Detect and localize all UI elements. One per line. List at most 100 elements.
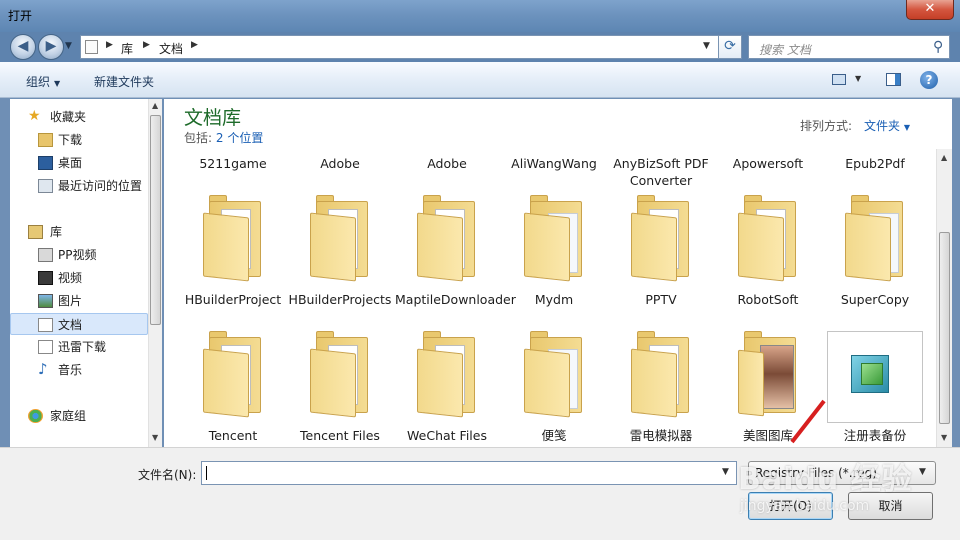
pictures-icon (38, 294, 53, 308)
sidebar-item-recent-places[interactable]: 最近访问的位置 (10, 175, 148, 197)
homegroup-icon (28, 409, 43, 423)
breadcrumb-chevron-icon[interactable]: ▶ (143, 40, 150, 50)
folder-icon (736, 195, 800, 282)
file-name: Tencent Files (300, 428, 380, 443)
music-icon: ♪ (38, 360, 48, 378)
recent-pages-dropdown-icon[interactable]: ▼ (65, 41, 72, 51)
sidebar-item-videos[interactable]: 视频 (10, 267, 148, 289)
refresh-button[interactable]: ⟳ (718, 35, 742, 59)
file-name: 便笺 (541, 428, 567, 443)
filename-history-dropdown-icon[interactable]: ▼ (722, 467, 729, 477)
library-includes: 包括: 2 个位置 (184, 129, 263, 146)
file-list-scrollbar[interactable]: ▲ ▼ (936, 149, 952, 447)
file-name: 雷电模拟器 (629, 428, 693, 443)
sidebar-item-homegroup[interactable]: 家庭组 (10, 405, 148, 427)
file-name: AnyBizSoft PDF Converter (613, 156, 709, 188)
breadcrumb-chevron-icon[interactable]: ▶ (191, 40, 198, 50)
sidebar-item-libraries[interactable]: 库 (10, 221, 148, 243)
command-toolbar: 组织 ▼ 新建文件夹 ▼ ? (0, 62, 960, 98)
file-name: Tencent (208, 428, 258, 443)
organize-button[interactable]: 组织 ▼ (26, 73, 60, 90)
video-icon (38, 271, 53, 285)
sidebar-item-pp-video[interactable]: PP视频 (10, 244, 148, 266)
search-icon[interactable]: ⚲ (933, 39, 943, 55)
breadcrumb-chevron-icon[interactable]: ▶ (106, 40, 113, 50)
file-name: HBuilderProject (184, 292, 282, 307)
folder-icon (201, 195, 265, 282)
filename-field[interactable]: ▼ (201, 461, 737, 485)
file-name: Adobe (427, 156, 467, 171)
navigation-pane-scrollbar[interactable]: ▲ ▼ (148, 99, 162, 447)
sidebar-item-label: 收藏夹 (50, 110, 87, 124)
sidebar-item-desktop[interactable]: 桌面 (10, 152, 148, 174)
file-name: 注册表备份 (843, 428, 907, 443)
sidebar-item-label: 图片 (58, 294, 83, 308)
registry-file-icon (827, 331, 923, 423)
preview-pane-icon[interactable] (886, 73, 901, 86)
close-button[interactable]: ✕ (906, 0, 954, 20)
new-folder-button[interactable]: 新建文件夹 (94, 73, 154, 90)
filename-label: 文件名(N): (138, 468, 197, 482)
file-name: 美图图库 (742, 428, 793, 443)
file-name: Mydm (534, 292, 574, 307)
file-name: Epub2Pdf (845, 156, 905, 171)
folder-icon (522, 331, 586, 418)
help-icon[interactable]: ? (920, 71, 938, 89)
sidebar-item-pictures[interactable]: 图片 (10, 290, 148, 312)
address-bar[interactable]: ▶ 库 ▶ 文档 ▶ ▼ (80, 35, 742, 59)
sidebar-item-music[interactable]: ♪ 音乐 (10, 359, 148, 381)
folder-icon (629, 331, 693, 418)
sidebar-item-thunder-download[interactable]: 迅雷下载 (10, 336, 148, 358)
change-view-icon[interactable] (832, 74, 846, 85)
scroll-up-arrow-icon[interactable]: ▲ (152, 101, 158, 110)
folder-icon (415, 195, 479, 282)
address-history-dropdown-icon[interactable]: ▼ (703, 41, 710, 51)
desktop-icon (38, 156, 53, 170)
file-name: WeChat Files (407, 428, 487, 443)
search-input[interactable]: 搜索 文档 ⚲ (748, 35, 950, 59)
sidebar-item-favorites[interactable]: ★ 收藏夹 (10, 106, 148, 128)
content-header-spacer (936, 99, 952, 149)
folder-icon (308, 331, 372, 418)
recent-places-icon (38, 179, 53, 193)
video-library-icon (38, 248, 53, 262)
folder-icon (629, 195, 693, 282)
photo-folder-icon (736, 331, 800, 417)
library-locations-link[interactable]: 2 个位置 (216, 131, 263, 145)
library-icon (28, 225, 43, 239)
scroll-down-arrow-icon[interactable]: ▼ (941, 433, 947, 442)
file-name: Apowersoft (732, 156, 804, 171)
breadcrumb-documents[interactable]: 文档 (159, 40, 183, 57)
file-name: Adobe (320, 156, 360, 171)
file-name: PPTV (645, 292, 677, 307)
breadcrumb-library[interactable]: 库 (121, 40, 133, 57)
text-cursor (206, 466, 207, 480)
arrange-by-dropdown[interactable]: 文件夹 ▼ (864, 117, 910, 134)
organize-label: 组织 (26, 75, 51, 89)
documents-icon (38, 318, 53, 332)
file-name: HBuilderProjects (288, 292, 392, 307)
file-name: AliWangWang (511, 156, 597, 171)
library-location-icon (85, 40, 98, 54)
view-options-dropdown-icon[interactable]: ▼ (855, 74, 861, 83)
baidu-watermark-url: jingyan.baidu.com (740, 498, 870, 514)
forward-button[interactable]: ▶ (38, 34, 64, 60)
sidebar-item-label: 最近访问的位置 (58, 179, 143, 193)
sidebar-item-label: 家庭组 (50, 409, 87, 423)
sidebar-item-label: 音乐 (58, 363, 83, 377)
sidebar-item-documents[interactable]: 文档 (10, 313, 148, 335)
arrange-by-label: 排列方式: (800, 119, 853, 133)
back-button[interactable]: ◀ (10, 34, 36, 60)
chevron-down-icon: ▼ (903, 123, 910, 132)
scroll-down-arrow-icon[interactable]: ▼ (152, 433, 158, 442)
scrollbar-thumb[interactable] (150, 115, 161, 325)
file-name: 5211game (199, 156, 267, 171)
file-name: SuperCopy (840, 292, 910, 307)
chevron-down-icon: ▼ (919, 467, 926, 477)
title-bar: 打开 ✕ (0, 0, 960, 32)
arrange-by-value: 文件夹 (864, 119, 901, 133)
scroll-up-arrow-icon[interactable]: ▲ (941, 153, 947, 162)
file-name: MaptileDownloader (395, 292, 516, 307)
sidebar-item-downloads[interactable]: 下载 (10, 129, 148, 151)
scrollbar-thumb[interactable] (939, 232, 950, 424)
